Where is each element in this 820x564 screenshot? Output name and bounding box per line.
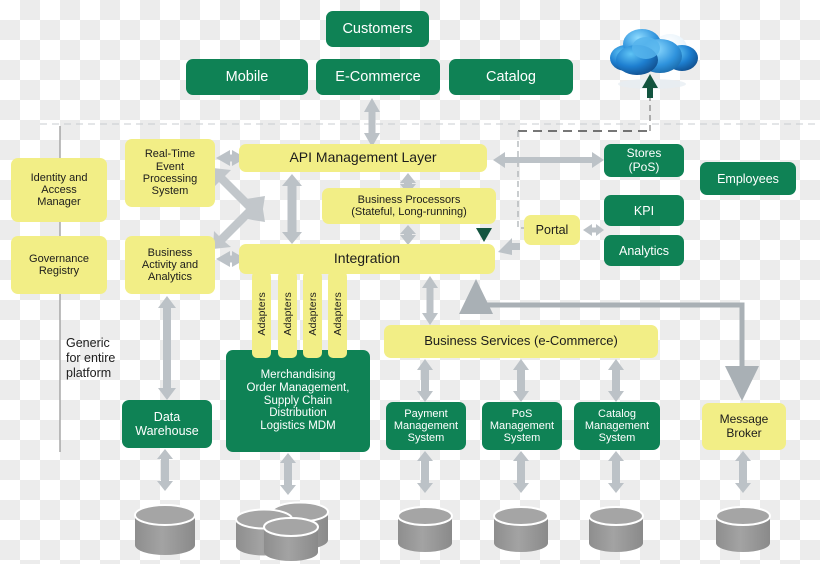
arrow-baa-datawarehouse <box>158 296 176 400</box>
arrow-dw-db <box>157 449 173 491</box>
node-payment-management-system[interactable]: Payment Management System <box>386 402 466 450</box>
arrow-mdm-db <box>280 453 296 495</box>
arrow-payment-db <box>417 451 433 493</box>
node-api-management-layer[interactable]: API Management Layer <box>239 144 487 172</box>
adapter-tab-2[interactable]: Adapters <box>278 270 297 358</box>
node-integration[interactable]: Integration <box>239 244 495 274</box>
cloud-upload-arrow <box>642 74 658 98</box>
node-kpi[interactable]: KPI <box>604 195 684 226</box>
database-payment <box>397 506 453 552</box>
node-identity-and-access-manager[interactable]: Identity and Access Manager <box>11 158 107 222</box>
node-ecommerce[interactable]: E-Commerce <box>316 59 440 95</box>
arrow-portal-kpi <box>583 224 604 236</box>
node-catalog[interactable]: Catalog <box>449 59 573 95</box>
database-catalog <box>588 506 644 552</box>
node-catalog-management-system[interactable]: Catalog Management System <box>574 402 660 450</box>
cloud-puffs <box>610 29 698 75</box>
node-customers[interactable]: Customers <box>326 11 429 47</box>
node-analytics[interactable]: Analytics <box>604 235 684 266</box>
adapter-tab-4[interactable]: Adapters <box>328 270 347 358</box>
node-message-broker[interactable]: Message Broker <box>702 403 786 450</box>
portal-dashed-connector <box>517 131 528 229</box>
adapter-label: Adapters <box>331 292 344 336</box>
adapter-label: Adapters <box>255 292 268 336</box>
arrow-bs-pos <box>513 359 529 402</box>
arrow-broker-db <box>735 451 751 493</box>
adapter-tab-3[interactable]: Adapters <box>303 270 322 358</box>
arrow-integration-portal <box>498 238 520 255</box>
node-business-services-ecommerce[interactable]: Business Services (e-Commerce) <box>384 325 658 358</box>
node-governance-registry[interactable]: Governance Registry <box>11 236 107 294</box>
database-mdm-cluster <box>235 501 329 561</box>
adapter-label: Adapters <box>306 292 319 336</box>
arrow-bp-integration <box>400 225 416 245</box>
database-data-warehouse <box>134 504 196 555</box>
node-merchandising-mdm[interactable]: Merchandising Order Management, Supply C… <box>226 350 370 452</box>
adapter-label: Adapters <box>281 292 294 336</box>
arrow-integration-businessservices <box>422 276 438 325</box>
annotation-generic-for-entire-platform: Generic for entire platform <box>66 336 116 380</box>
node-portal[interactable]: Portal <box>524 215 580 245</box>
arrow-catalog-db <box>608 451 624 493</box>
node-data-warehouse[interactable]: Data Warehouse <box>122 400 212 448</box>
node-stores-pos[interactable]: Stores (PoS) <box>604 144 684 177</box>
database-pos <box>493 506 549 552</box>
cloud-icon <box>610 29 698 98</box>
adapter-tab-1[interactable]: Adapters <box>252 270 271 358</box>
architecture-diagram-canvas: Adapters Adapters Adapters Adapters Custome… <box>0 0 820 564</box>
arrow-ecommerce-api <box>364 98 380 147</box>
crossed-arrows <box>213 168 265 249</box>
arrow-api-integration <box>282 174 302 244</box>
node-employees[interactable]: Employees <box>700 162 796 195</box>
node-real-time-event-processing-system[interactable]: Real-Time Event Processing System <box>125 139 215 207</box>
arrow-pos-db <box>513 451 529 493</box>
arrow-api-stores <box>493 152 604 168</box>
database-message-broker <box>715 506 771 552</box>
dropdown-triangle-icon <box>476 228 492 242</box>
arrow-bs-payment <box>417 359 433 402</box>
arrow-bs-catalog <box>608 359 624 402</box>
node-pos-management-system[interactable]: PoS Management System <box>482 402 562 450</box>
node-mobile[interactable]: Mobile <box>186 59 308 95</box>
node-business-activity-and-analytics[interactable]: Business Activity and Analytics <box>125 236 215 294</box>
node-business-processors[interactable]: Business Processors (Stateful, Long-runn… <box>322 188 496 224</box>
